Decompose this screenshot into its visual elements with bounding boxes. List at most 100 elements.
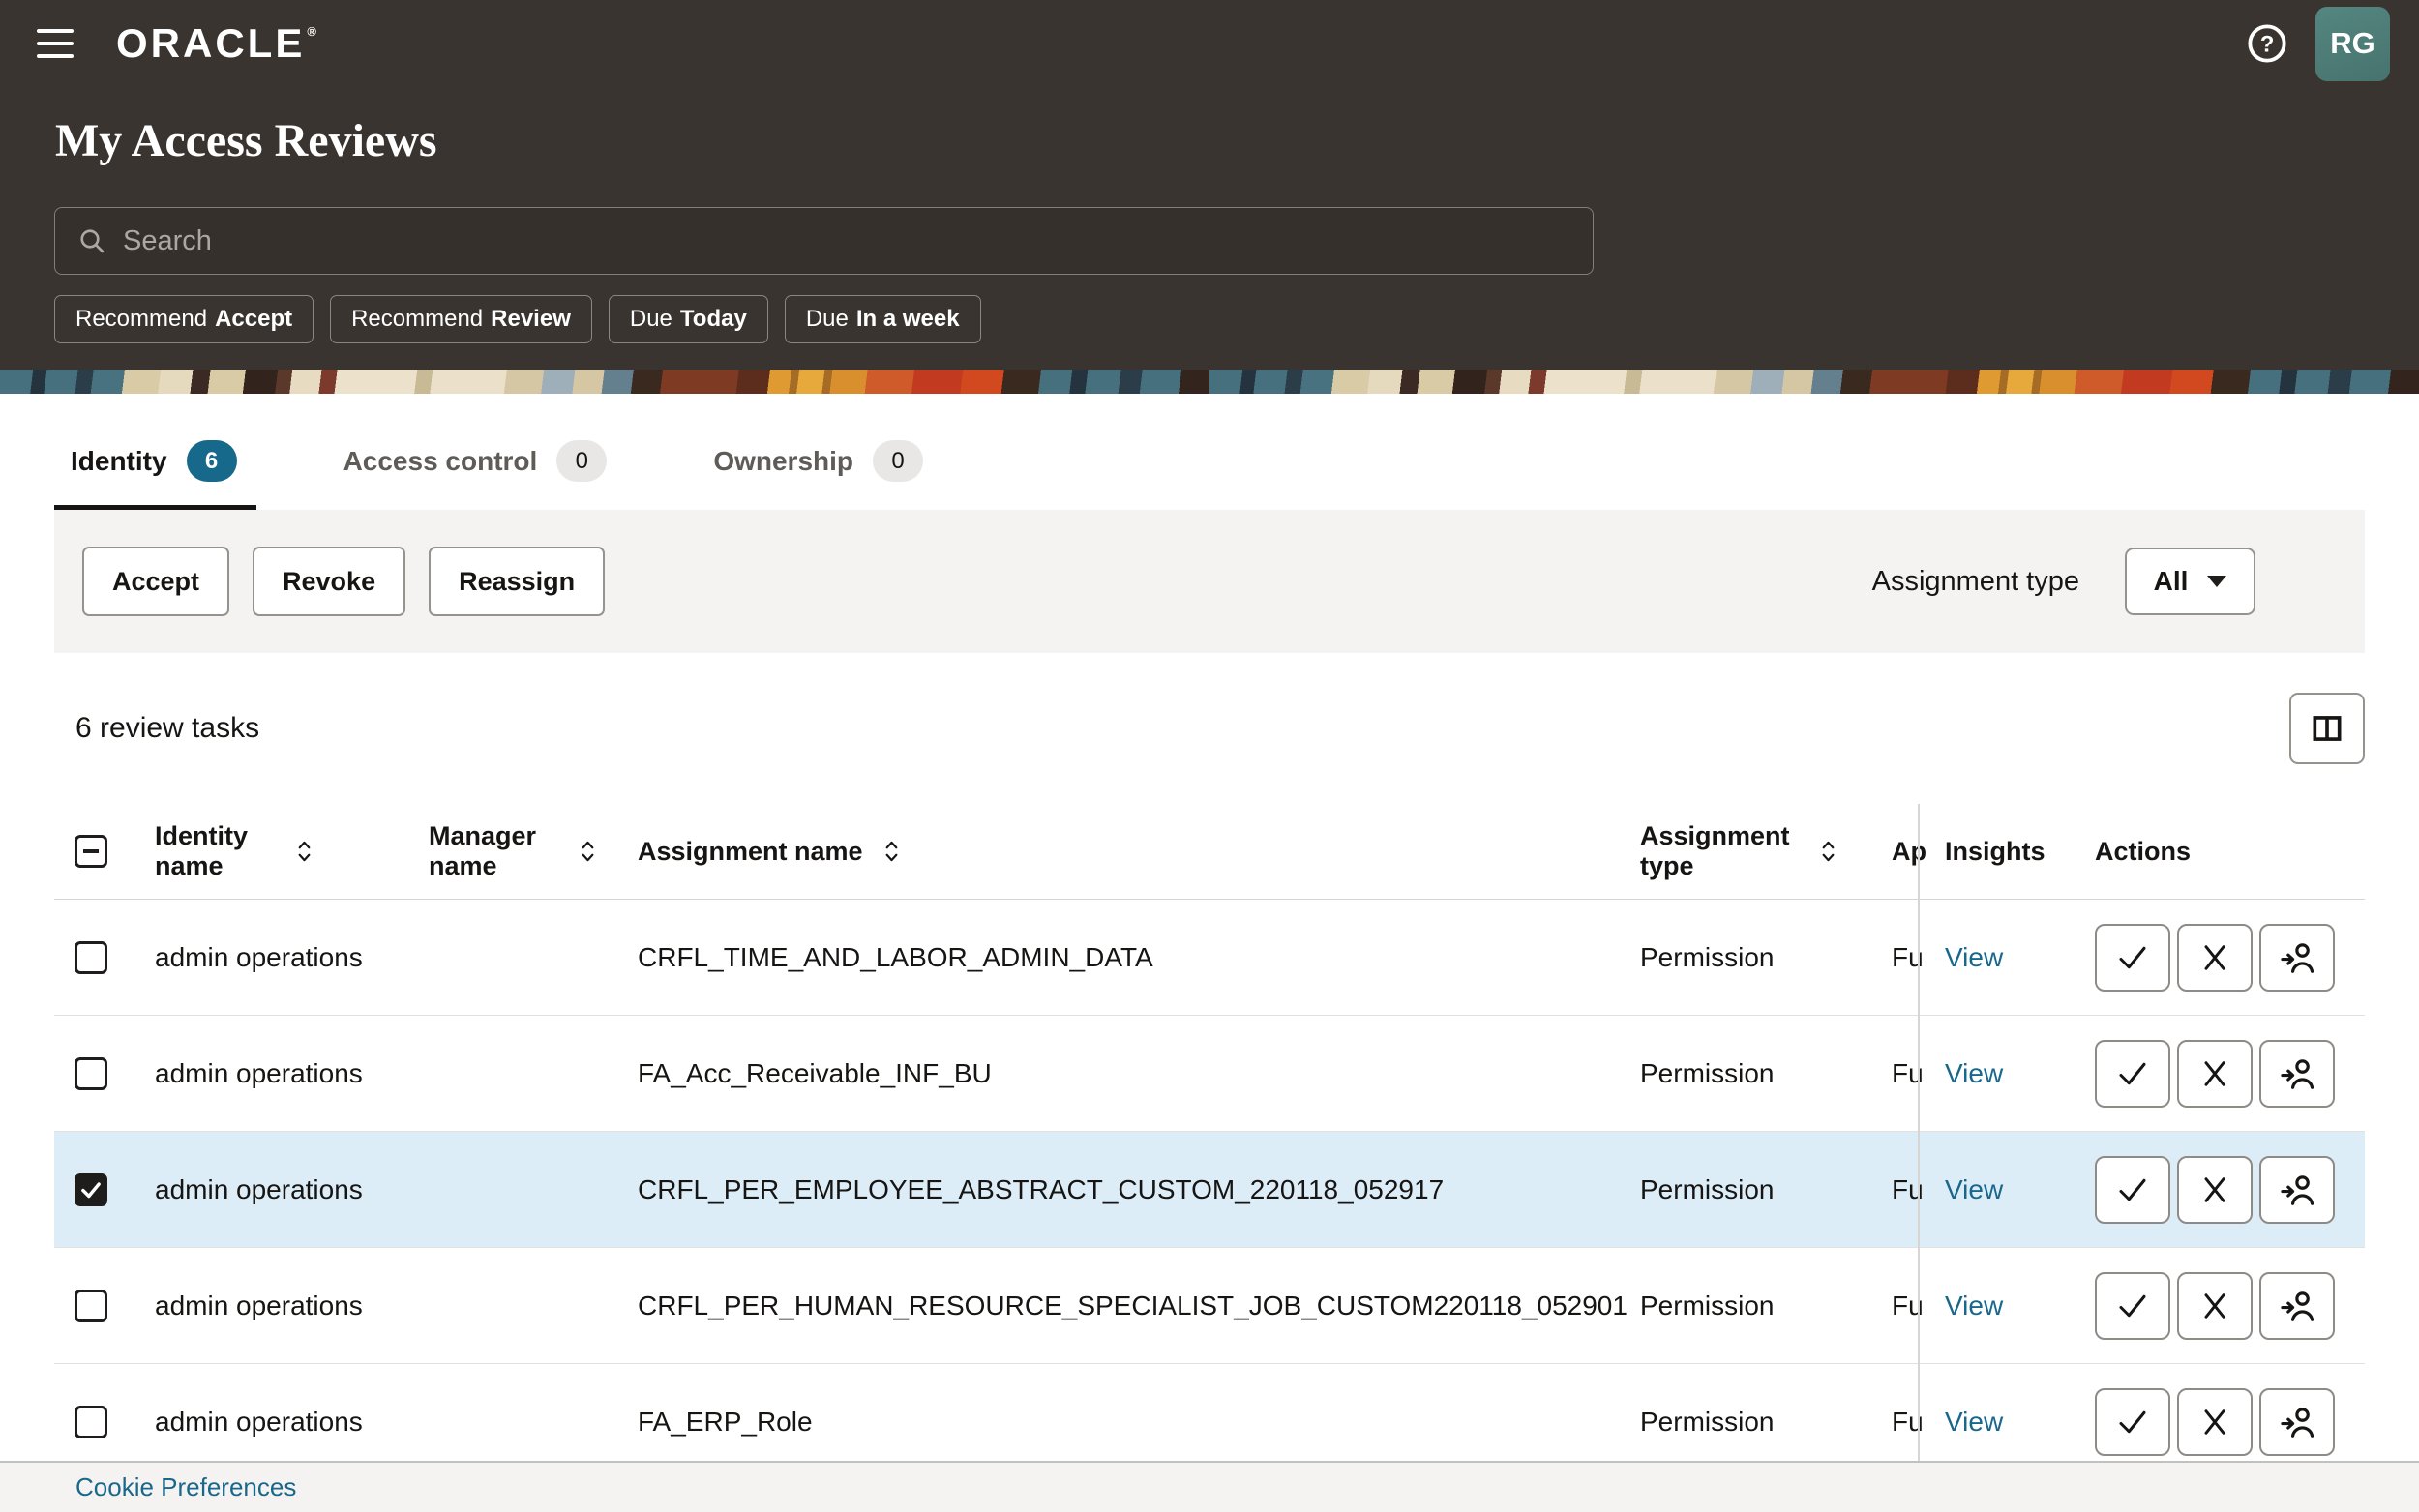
revoke-action-button[interactable] <box>2177 924 2253 992</box>
cell-assignment-type: Permission <box>1640 1058 1892 1089</box>
cell-assignment-type: Permission <box>1640 1290 1892 1321</box>
accept-action-button[interactable] <box>2095 1388 2170 1456</box>
filter-chip-recommend-accept[interactable]: RecommendAccept <box>54 295 314 343</box>
x-icon <box>2197 1289 2232 1323</box>
view-insights-link[interactable]: View <box>1945 1174 2003 1204</box>
sort-icon[interactable] <box>1821 838 1836 865</box>
reassign-person-icon <box>2279 939 2315 976</box>
view-insights-link[interactable]: View <box>1945 1290 2003 1320</box>
cell-assignment-type: Permission <box>1640 1174 1892 1205</box>
cell-assignment-type: Permission <box>1640 1407 1892 1438</box>
view-insights-link[interactable]: View <box>1945 942 2003 972</box>
select-all-checkbox[interactable] <box>75 835 107 868</box>
cell-actions <box>2095 924 2365 992</box>
x-icon <box>2197 1172 2232 1207</box>
summary-row: 6 review tasks <box>54 693 2365 764</box>
accept-action-button[interactable] <box>2095 924 2170 992</box>
table-row: admin operations FA_Acc_Receivable_INF_B… <box>54 1016 2365 1132</box>
search-icon <box>76 225 107 256</box>
column-header-manager-name[interactable]: Manager name <box>429 821 638 881</box>
sort-icon[interactable] <box>297 838 312 865</box>
reassign-action-button[interactable] <box>2259 1272 2335 1340</box>
tab-identity[interactable]: Identity 6 <box>54 440 256 510</box>
view-insights-link[interactable]: View <box>1945 1407 2003 1437</box>
cell-identity-name: admin operations <box>155 1174 429 1205</box>
assignment-type-filter: Assignment type All <box>1872 548 2255 615</box>
reassign-person-icon <box>2279 1404 2315 1440</box>
help-icon[interactable]: ? <box>2245 21 2289 66</box>
table-row: admin operations CRFL_PER_EMPLOYEE_ABSTR… <box>54 1132 2365 1248</box>
sort-icon[interactable] <box>884 838 899 865</box>
oracle-logo: ORACLE® <box>116 23 319 64</box>
revoke-action-button[interactable] <box>2177 1272 2253 1340</box>
column-header-insights: Insights <box>1945 837 2095 867</box>
filter-chip-due-in-a-week[interactable]: DueIn a week <box>785 295 981 343</box>
check-icon <box>2115 940 2150 975</box>
accept-action-button[interactable] <box>2095 1040 2170 1108</box>
reassign-action-button[interactable] <box>2259 1040 2335 1108</box>
hamburger-menu-icon[interactable] <box>37 29 74 58</box>
topbar: ORACLE® ? RG <box>0 0 2419 87</box>
review-table: Identity name Manager name Assignment na… <box>54 804 2365 1480</box>
cell-actions <box>2095 1388 2365 1456</box>
cell-assignment-name: CRFL_TIME_AND_LABOR_ADMIN_DATA <box>638 942 1640 973</box>
reassign-button[interactable]: Reassign <box>429 547 605 616</box>
bulk-actions-panel: Accept Revoke Reassign Assignment type A… <box>54 510 2365 653</box>
search-bar[interactable] <box>54 207 1594 275</box>
row-checkbox[interactable] <box>75 1406 107 1438</box>
revoke-action-button[interactable] <box>2177 1040 2253 1108</box>
cell-actions <box>2095 1272 2365 1340</box>
tab-access-control[interactable]: Access control 0 <box>327 440 627 510</box>
column-picker-button[interactable] <box>2289 693 2365 764</box>
footer: Cookie Preferences <box>0 1461 2419 1512</box>
reassign-action-button[interactable] <box>2259 924 2335 992</box>
column-header-assignment-name[interactable]: Assignment name <box>638 837 1640 867</box>
reassign-action-button[interactable] <box>2259 1388 2335 1456</box>
cell-assignment-name: CRFL_PER_HUMAN_RESOURCE_SPECIALIST_JOB_C… <box>638 1290 1640 1321</box>
cell-actions <box>2095 1040 2365 1108</box>
svg-text:?: ? <box>2260 31 2275 57</box>
page-title: My Access Reviews <box>55 114 2419 168</box>
row-checkbox[interactable] <box>75 1290 107 1322</box>
x-icon <box>2197 940 2232 975</box>
x-icon <box>2197 1056 2232 1091</box>
chevron-down-icon <box>2207 576 2226 587</box>
accept-action-button[interactable] <box>2095 1272 2170 1340</box>
cell-assignment-name: FA_ERP_Role <box>638 1407 1640 1438</box>
accept-button[interactable]: Accept <box>82 547 229 616</box>
column-header-identity-name[interactable]: Identity name <box>155 821 429 881</box>
reassign-action-button[interactable] <box>2259 1156 2335 1224</box>
accept-action-button[interactable] <box>2095 1156 2170 1224</box>
revoke-button[interactable]: Revoke <box>253 547 405 616</box>
table-row: admin operations CRFL_PER_HUMAN_RESOURCE… <box>54 1248 2365 1364</box>
cell-actions <box>2095 1156 2365 1224</box>
assignment-type-dropdown[interactable]: All <box>2125 548 2255 615</box>
revoke-action-button[interactable] <box>2177 1156 2253 1224</box>
search-input[interactable] <box>123 225 1571 257</box>
filter-chip-due-today[interactable]: DueToday <box>609 295 768 343</box>
view-insights-link[interactable]: View <box>1945 1058 2003 1088</box>
sort-icon[interactable] <box>581 838 595 865</box>
topbar-right: ? RG <box>2245 7 2390 81</box>
row-checkbox[interactable] <box>75 941 107 974</box>
cell-identity-name: admin operations <box>155 1058 429 1089</box>
tabs: Identity 6 Access control 0 Ownership 0 <box>54 394 2365 510</box>
reassign-person-icon <box>2279 1288 2315 1324</box>
column-header-assignment-type[interactable]: Assignment type <box>1640 821 1892 881</box>
reassign-person-icon <box>2279 1055 2315 1092</box>
row-checkbox[interactable] <box>75 1173 107 1206</box>
tab-identity-count-badge: 6 <box>187 440 237 482</box>
cell-identity-name: admin operations <box>155 1407 429 1438</box>
revoke-action-button[interactable] <box>2177 1388 2253 1456</box>
table-body: admin operations CRFL_TIME_AND_LABOR_ADM… <box>54 900 2365 1480</box>
cookie-preferences-link[interactable]: Cookie Preferences <box>75 1472 296 1502</box>
check-icon <box>78 1177 104 1202</box>
frozen-column-divider <box>1918 804 1920 1480</box>
row-checkbox[interactable] <box>75 1057 107 1090</box>
reassign-person-icon <box>2279 1171 2315 1208</box>
avatar[interactable]: RG <box>2315 7 2390 81</box>
tab-ownership[interactable]: Ownership 0 <box>697 440 942 510</box>
table-row: admin operations CRFL_TIME_AND_LABOR_ADM… <box>54 900 2365 1016</box>
filter-chip-recommend-review[interactable]: RecommendReview <box>330 295 592 343</box>
x-icon <box>2197 1405 2232 1439</box>
